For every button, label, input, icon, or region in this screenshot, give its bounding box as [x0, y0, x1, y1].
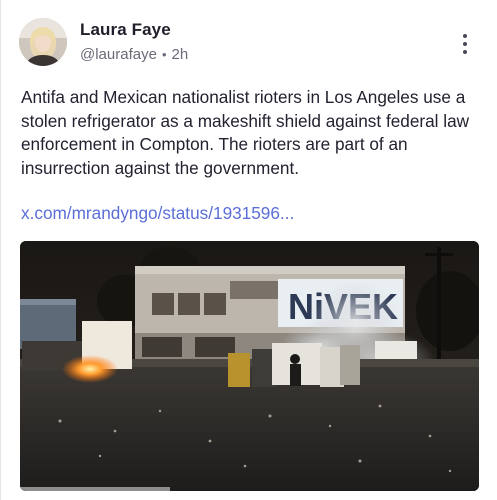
more-options-button[interactable]	[453, 32, 477, 56]
riot-scene-image: NiVEK	[20, 241, 479, 491]
post-meta: @laurafaye • 2h	[80, 46, 188, 63]
post-link[interactable]: x.com/mrandyngo/status/1931596...	[21, 203, 294, 224]
post-text: Antifa and Mexican nationalist rioters i…	[21, 87, 470, 178]
avatar-image	[19, 18, 67, 66]
author-handle[interactable]: @laurafaye	[80, 46, 157, 63]
post-media-image[interactable]: NiVEK	[20, 241, 479, 491]
post-card: Laura Faye @laurafaye • 2h Antifa and Mexi…	[0, 0, 497, 500]
vertical-ellipsis-icon	[463, 34, 467, 38]
post-time: 2h	[171, 46, 189, 63]
author-name[interactable]: Laura Faye	[80, 20, 171, 40]
meta-separator: •	[161, 47, 167, 62]
avatar[interactable]	[19, 18, 67, 66]
